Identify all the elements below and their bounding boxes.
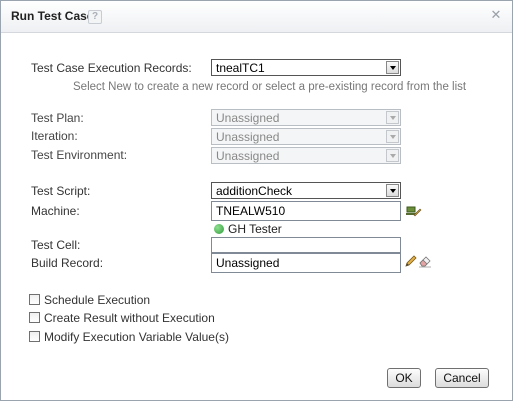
schedule-execution-checkbox[interactable] (29, 294, 40, 306)
build-record-label: Build Record: (31, 256, 104, 270)
dialog-title-bar: Run Test Case ? ✕ (1, 1, 512, 33)
machine-status-text: GH Tester (228, 222, 282, 236)
execution-records-label: Test Case Execution Records: (31, 61, 192, 75)
chevron-down-icon[interactable] (386, 184, 399, 197)
test-environment-select: Unassigned (211, 147, 401, 164)
modify-variables-option[interactable]: Modify Execution Variable Value(s) (29, 329, 229, 344)
ok-button[interactable]: OK (387, 368, 421, 388)
test-plan-select: Unassigned (211, 109, 401, 126)
create-result-checkbox[interactable] (29, 312, 40, 324)
iteration-label: Iteration: (31, 129, 78, 143)
test-script-label: Test Script: (31, 184, 91, 198)
dialog-title: Run Test Case (11, 9, 94, 23)
machine-value: TNEALW510 (216, 204, 286, 218)
run-test-case-dialog: Run Test Case ? ✕ Test Case Execution Re… (0, 0, 513, 401)
modify-variables-checkbox[interactable] (29, 331, 40, 343)
execution-records-hint: Select New to create a new record or sel… (73, 81, 467, 93)
help-icon[interactable]: ? (88, 10, 102, 24)
select-machine-icon[interactable] (405, 204, 422, 218)
execution-records-value: tnealTC1 (216, 61, 265, 75)
test-plan-label: Test Plan: (31, 111, 84, 125)
execution-records-select[interactable]: tnealTC1 (211, 59, 401, 76)
iteration-value: Unassigned (216, 130, 280, 144)
chevron-down-icon (386, 130, 399, 143)
test-environment-label: Test Environment: (31, 148, 128, 162)
test-plan-value: Unassigned (216, 111, 280, 125)
test-cell-label: Test Cell: (31, 238, 81, 252)
eraser-icon[interactable] (418, 254, 432, 268)
machine-label: Machine: (31, 204, 80, 218)
close-icon[interactable]: ✕ (490, 8, 502, 21)
iteration-select: Unassigned (211, 128, 401, 145)
modify-variables-label: Modify Execution Variable Value(s) (44, 329, 229, 344)
pencil-icon[interactable] (404, 254, 418, 268)
machine-status-icon (214, 224, 224, 234)
test-script-select[interactable]: additionCheck (211, 182, 401, 199)
schedule-execution-option[interactable]: Schedule Execution (29, 292, 150, 307)
test-environment-value: Unassigned (216, 149, 280, 163)
test-cell-field[interactable] (211, 237, 401, 253)
chevron-down-icon (386, 111, 399, 124)
chevron-down-icon[interactable] (386, 61, 399, 74)
build-record-field[interactable]: Unassigned (211, 253, 401, 273)
build-record-value: Unassigned (216, 256, 280, 270)
cancel-button[interactable]: Cancel (435, 368, 489, 388)
create-result-label: Create Result without Execution (44, 310, 215, 325)
create-result-option[interactable]: Create Result without Execution (29, 310, 215, 325)
test-script-value: additionCheck (216, 184, 293, 198)
schedule-execution-label: Schedule Execution (44, 292, 151, 307)
chevron-down-icon (386, 149, 399, 162)
machine-field[interactable]: TNEALW510 (211, 201, 401, 221)
